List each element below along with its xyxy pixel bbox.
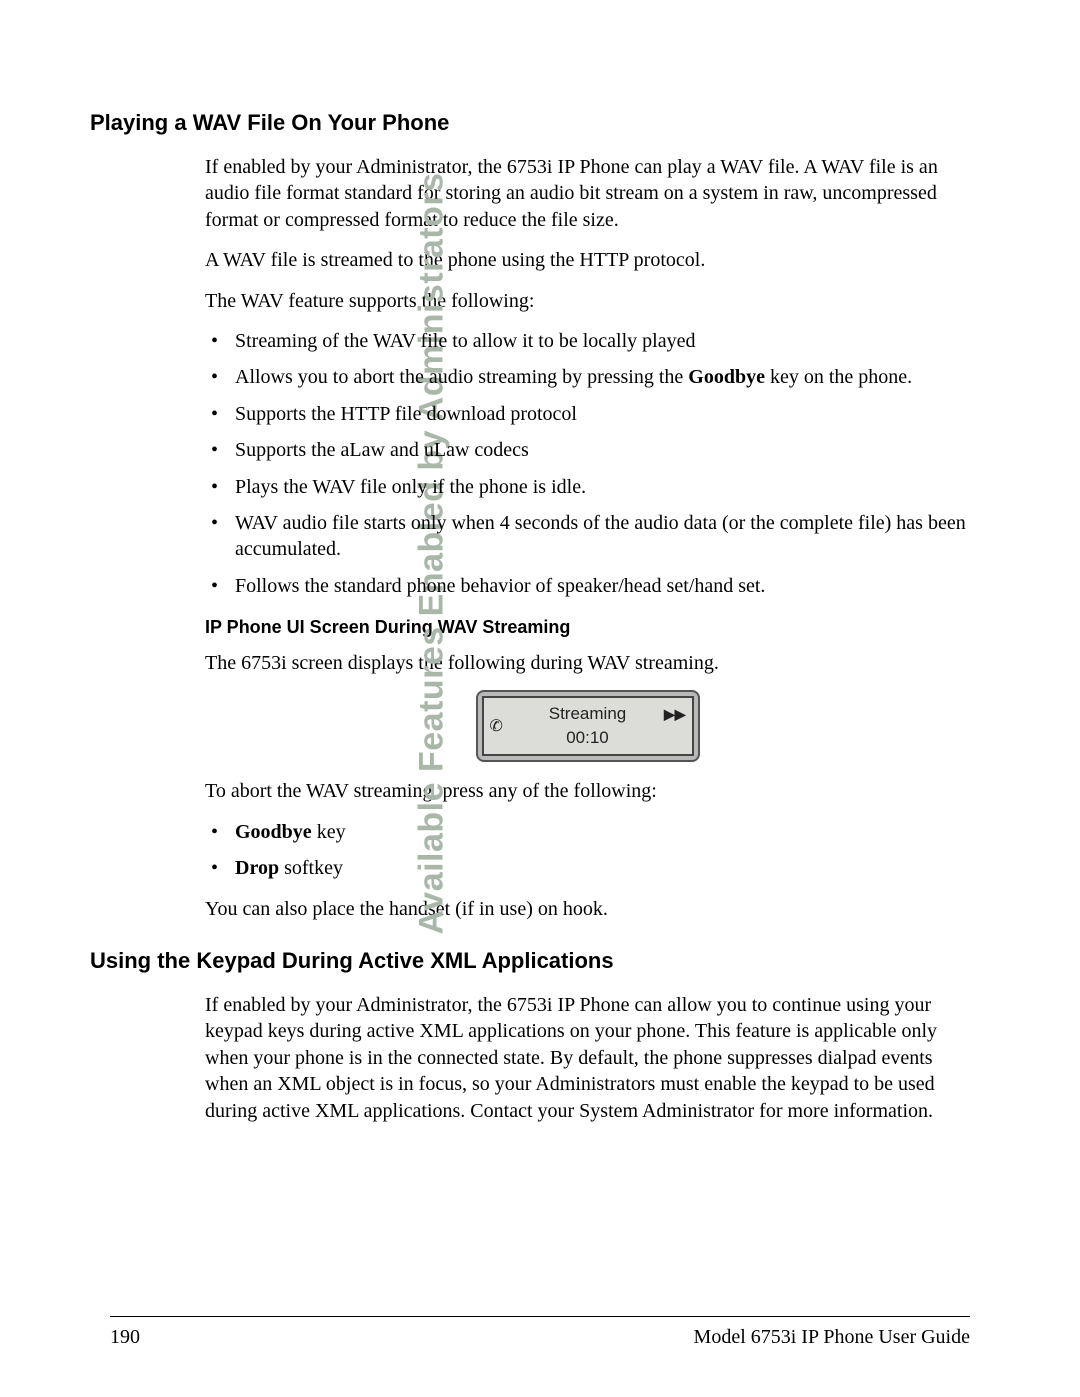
list-item: Supports the HTTP file download protocol <box>205 401 970 427</box>
list-item: Streaming of the WAV file to allow it to… <box>205 328 970 354</box>
guide-title: Model 6753i IP Phone User Guide <box>694 1326 970 1349</box>
document-page: Available Features Enabled by Administra… <box>0 0 1080 1397</box>
fast-forward-icon: ▶▶ <box>664 706 686 723</box>
page-footer: 190 Model 6753i IP Phone User Guide <box>110 1326 970 1349</box>
lcd-screen: ✆ ▶▶ Streaming 00:10 <box>482 696 694 756</box>
subsection-heading-ui-screen: IP Phone UI Screen During WAV Streaming <box>205 617 970 638</box>
list-item: Goodbye key <box>205 819 970 845</box>
paragraph: The WAV feature supports the following: <box>205 288 970 314</box>
page-number: 190 <box>110 1326 140 1349</box>
list-item: Supports the aLaw and uLaw codecs <box>205 437 970 463</box>
list-item: Drop softkey <box>205 855 970 881</box>
phone-handset-icon: ✆ <box>490 716 503 736</box>
paragraph: You can also place the handset (if in us… <box>205 896 970 922</box>
feature-bullet-list: Streaming of the WAV file to allow it to… <box>205 328 970 599</box>
paragraph: If enabled by your Administrator, the 67… <box>205 992 970 1124</box>
paragraph: The 6753i screen displays the following … <box>205 650 970 676</box>
lcd-line-2: 00:10 <box>484 724 692 748</box>
abort-bullet-list: Goodbye key Drop softkey <box>205 819 970 882</box>
paragraph: To abort the WAV streaming, press any of… <box>205 778 970 804</box>
lcd-line-1: Streaming <box>484 698 692 724</box>
list-item: Follows the standard phone behavior of s… <box>205 573 970 599</box>
lcd-figure: ✆ ▶▶ Streaming 00:10 <box>205 690 970 762</box>
section-heading-wav: Playing a WAV File On Your Phone <box>90 110 970 136</box>
lcd-outer-frame: ✆ ▶▶ Streaming 00:10 <box>476 690 700 762</box>
list-item: Plays the WAV file only if the phone is … <box>205 474 970 500</box>
list-item: WAV audio file starts only when 4 second… <box>205 510 970 563</box>
paragraph: If enabled by your Administrator, the 67… <box>205 154 970 233</box>
list-item: Allows you to abort the audio streaming … <box>205 364 970 390</box>
paragraph: A WAV file is streamed to the phone usin… <box>205 247 970 273</box>
footer-rule <box>110 1316 970 1317</box>
section-heading-keypad: Using the Keypad During Active XML Appli… <box>90 948 970 974</box>
